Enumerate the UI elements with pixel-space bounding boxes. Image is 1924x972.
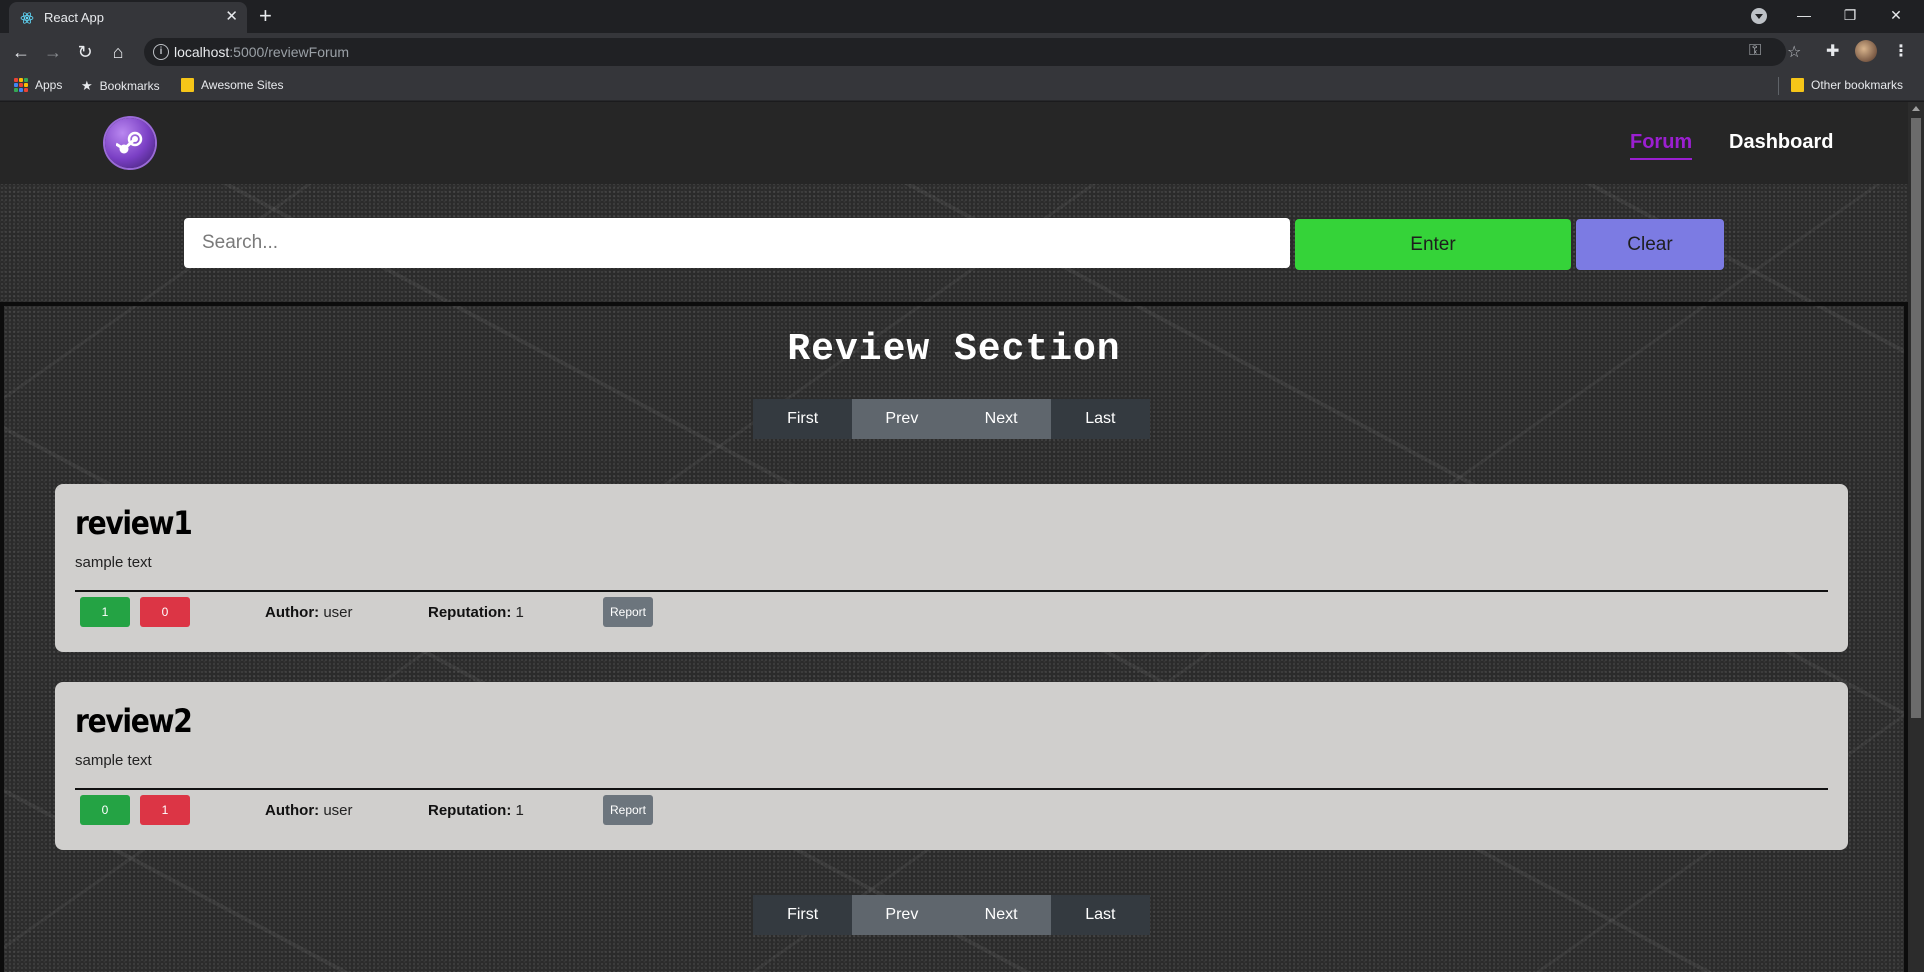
steam-logo-mark xyxy=(116,131,143,154)
pagination-top: First Prev Next Last xyxy=(753,399,1150,439)
upvote-button[interactable]: 0 xyxy=(80,795,130,825)
extensions-icon[interactable]: ✚ xyxy=(1826,41,1839,61)
url-text: localhost:5000/reviewForum xyxy=(174,44,350,60)
address-bar[interactable]: i localhost:5000/reviewForum ⚿ ☆ xyxy=(144,38,1801,66)
report-button[interactable]: Report xyxy=(603,597,653,627)
report-button[interactable]: Report xyxy=(603,795,653,825)
bookmark-awesome-sites[interactable]: Awesome Sites xyxy=(181,78,283,92)
reload-icon[interactable]: ↻ xyxy=(74,41,96,63)
restore-icon[interactable]: ❐ xyxy=(1827,0,1873,33)
review-divider xyxy=(75,788,1828,790)
bookmark-apps[interactable]: Apps xyxy=(14,78,62,92)
downvote-button[interactable]: 1 xyxy=(140,795,190,825)
bookmark-label: Awesome Sites xyxy=(201,78,284,92)
enter-button[interactable]: Enter xyxy=(1295,219,1571,270)
bookmark-label: Other bookmarks xyxy=(1811,78,1904,92)
window-close-icon[interactable]: ✕ xyxy=(1873,0,1919,33)
star-filled-icon: ★ xyxy=(81,78,93,93)
downvote-button[interactable]: 0 xyxy=(140,597,190,627)
browser-tab[interactable]: React App ✕ xyxy=(9,2,247,33)
review-card: review2 sample text 0 1 Author: user Rep… xyxy=(55,682,1848,850)
pagination-first-button[interactable]: First xyxy=(753,399,853,439)
folder-icon xyxy=(181,78,194,92)
bookmark-label: Bookmarks xyxy=(99,79,160,93)
info-icon[interactable]: i xyxy=(153,44,169,60)
upvote-button[interactable]: 1 xyxy=(80,597,130,627)
pagination-last-button[interactable]: Last xyxy=(1050,399,1150,439)
minimize-icon[interactable]: — xyxy=(1781,0,1827,33)
folder-icon xyxy=(1791,78,1804,92)
profile-avatar[interactable] xyxy=(1855,40,1877,62)
review-body: sample text xyxy=(75,752,152,769)
pagination-bottom: First Prev Next Last xyxy=(753,895,1150,935)
pagination-prev-button[interactable]: Prev xyxy=(852,895,952,935)
bookmark-bookmarks[interactable]: ★ Bookmarks xyxy=(81,78,160,94)
pagination-next-button[interactable]: Next xyxy=(951,895,1051,935)
bookmark-separator xyxy=(1778,77,1779,95)
plus-icon[interactable]: + xyxy=(259,5,272,27)
pagination-next-button[interactable]: Next xyxy=(951,399,1051,439)
back-icon[interactable]: ← xyxy=(10,41,32,63)
review-body: sample text xyxy=(75,554,152,571)
review-author: Author: user xyxy=(265,604,353,621)
tab-search-icon[interactable] xyxy=(1751,8,1767,24)
review-divider xyxy=(75,590,1828,592)
star-icon[interactable]: ☆ xyxy=(1787,42,1801,62)
nav-forum-link[interactable]: Forum xyxy=(1630,131,1693,160)
search-input[interactable] xyxy=(184,218,1290,268)
review-title: review1 xyxy=(75,504,193,542)
home-icon[interactable]: ⌂ xyxy=(107,41,129,63)
react-favicon-icon xyxy=(20,12,34,24)
tab-title: React App xyxy=(44,10,104,25)
nav-dashboard-link[interactable]: Dashboard xyxy=(1729,131,1833,154)
review-author: Author: user xyxy=(265,802,353,819)
pagination-first-button[interactable]: First xyxy=(753,895,853,935)
key-icon[interactable]: ⚿ xyxy=(1749,42,1761,60)
menu-icon[interactable]: ⋮ xyxy=(1893,41,1909,61)
apps-grid-icon xyxy=(14,78,28,92)
review-card: review1 sample text 1 0 Author: user Rep… xyxy=(55,484,1848,652)
pagination-prev-button[interactable]: Prev xyxy=(852,399,952,439)
browser-tabstrip: React App ✕ + — ❐ ✕ xyxy=(0,0,1924,33)
scrollbar-thumb[interactable] xyxy=(1911,118,1921,718)
scroll-up-arrow-icon[interactable] xyxy=(1912,106,1920,111)
steam-logo-icon[interactable] xyxy=(105,118,155,168)
bookmark-label: Apps xyxy=(35,78,63,92)
close-icon[interactable]: ✕ xyxy=(225,9,238,24)
review-reputation: Reputation: 1 xyxy=(428,802,524,819)
clear-button[interactable]: Clear xyxy=(1576,219,1724,270)
pagination-last-button[interactable]: Last xyxy=(1050,895,1150,935)
review-reputation: Reputation: 1 xyxy=(428,604,524,621)
site-header: Forum Dashboard xyxy=(0,102,1908,184)
page-scrollbar[interactable] xyxy=(1908,102,1924,972)
forward-icon[interactable]: → xyxy=(42,41,64,63)
review-title: review2 xyxy=(75,702,193,740)
page-viewport: Forum Dashboard Enter Clear Review Secti… xyxy=(0,102,1924,972)
bookmark-other[interactable]: Other bookmarks xyxy=(1791,78,1903,92)
bookmarks-bar: Apps ★ Bookmarks Awesome Sites Other boo… xyxy=(0,71,1924,101)
browser-toolbar: ← → ↻ ⌂ i localhost:5000/reviewForum ⚿ ☆… xyxy=(0,33,1924,71)
page-title: Review Section xyxy=(787,328,1121,371)
